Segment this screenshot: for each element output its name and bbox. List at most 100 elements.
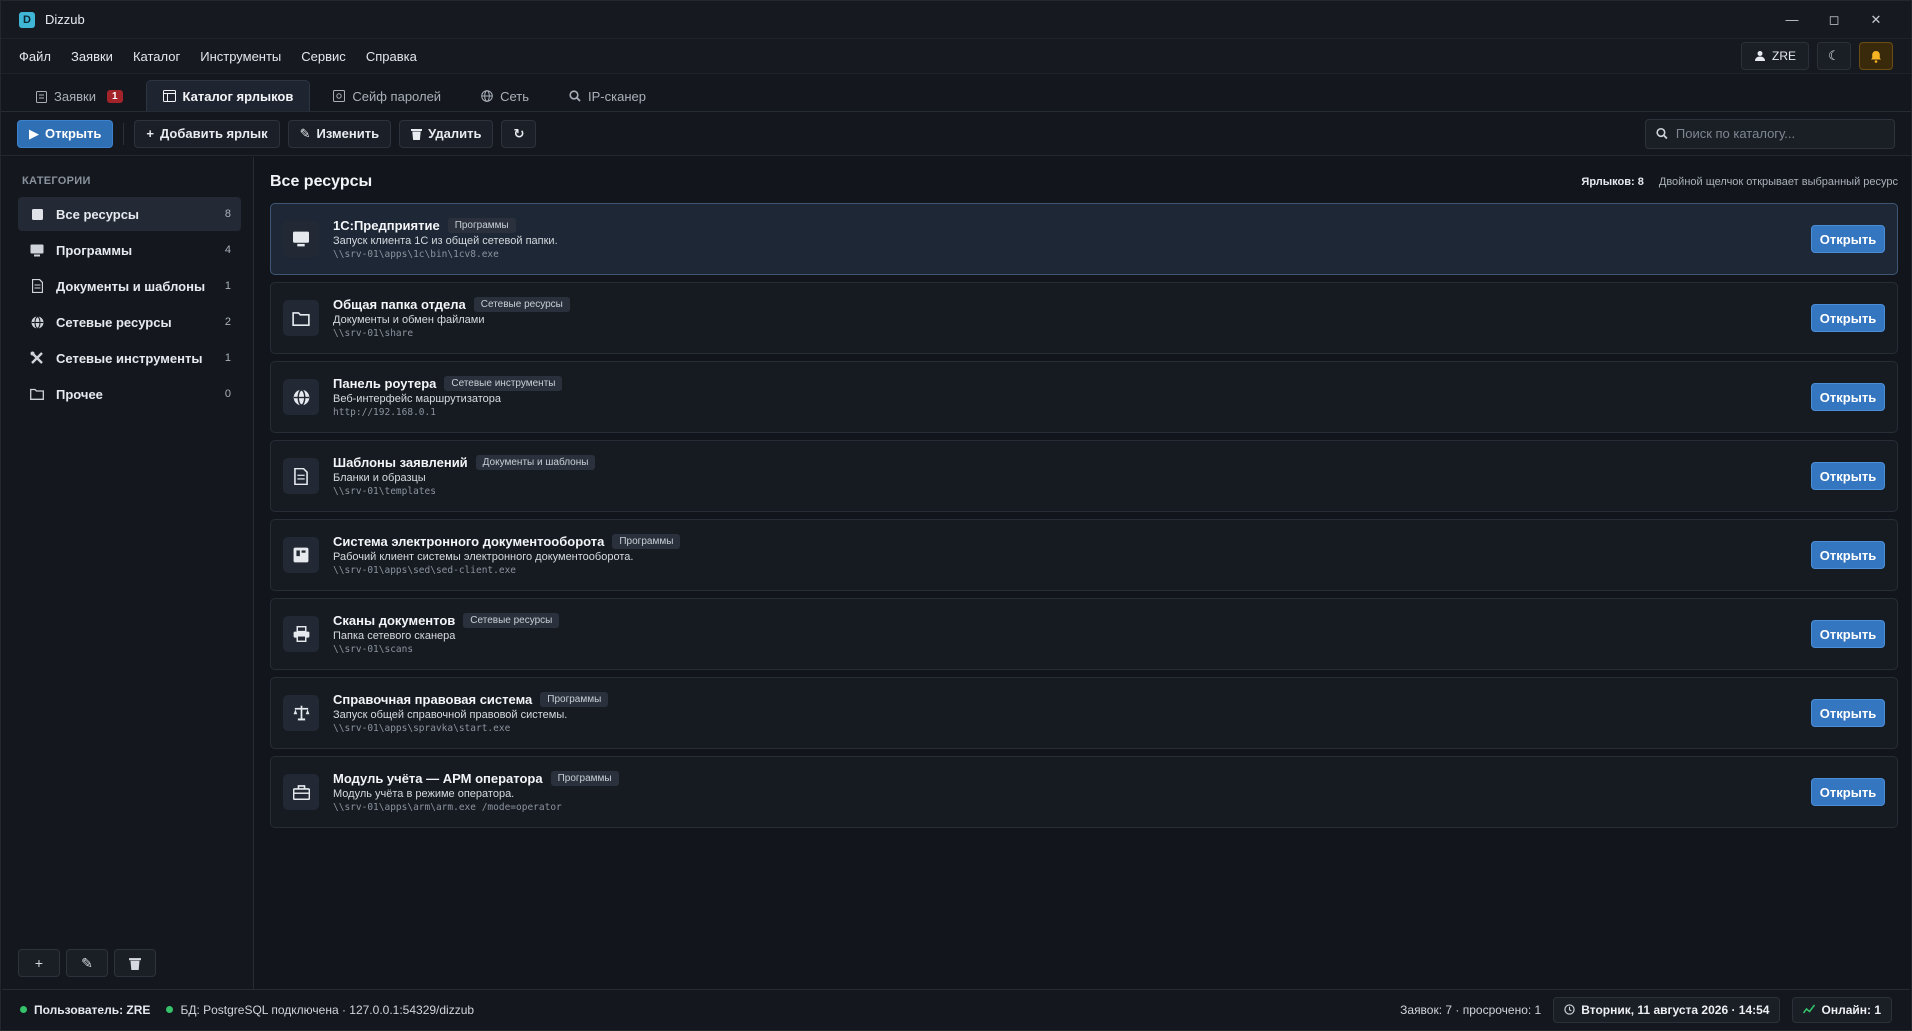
menu-requests[interactable]: Заявки [71,49,113,64]
card-body: 1С:Предприятие Программы Запуск клиента … [333,218,1811,260]
category-all-resources[interactable]: Все ресурсы 8 [18,197,241,231]
card-description: Рабочий клиент системы электронного доку… [333,551,634,563]
card-titleline: Справочная правовая система Программы [333,692,1811,707]
menu-help[interactable]: Справка [366,49,417,64]
refresh-button[interactable]: ↻ [501,119,537,148]
card-body: Модуль учёта — АРМ оператора Программы М… [333,771,1811,813]
card-title: Общая папка отдела [333,297,466,312]
resource-card-legal-system[interactable]: Справочная правовая система Программы За… [270,677,1898,749]
card-titleline: Панель роутера Сетевые инструменты [333,376,1811,391]
category-count: 1 [224,280,231,292]
card-body: Справочная правовая система Программы За… [333,692,1811,734]
tab-network[interactable]: Сеть [464,80,546,111]
catalog-meta: Ярлыков: 8 Двойной щелчок открывает выбр… [1581,176,1898,188]
delete-button-label: Удалить [428,126,482,141]
delete-category-button[interactable] [114,949,156,977]
app-title: Dizzub [45,12,85,27]
theme-toggle-button[interactable]: ☾ [1817,42,1851,70]
page-title: Все ресурсы [270,173,373,190]
notifications-button[interactable] [1859,42,1893,70]
status-user-label: Пользователь: ZRE [34,1002,151,1017]
requests-badge: 1 [106,89,123,103]
activity-icon [1803,1004,1816,1014]
card-path: \\srv-01\templates [333,486,436,497]
card-path: \\srv-01\apps\spravka\start.exe [333,723,511,734]
tab-requests[interactable]: Заявки 1 [19,80,140,111]
edit-category-button[interactable]: ✎ [66,949,108,977]
card-title: Справочная правовая система [333,692,533,707]
status-datetime-label: Вторник, 11 августа 2026 · 14:54 [1581,1002,1770,1017]
card-open-button[interactable]: Открыть [1811,462,1885,490]
user-name: ZRE [1772,49,1796,63]
menu-tools[interactable]: Инструменты [200,49,281,64]
resource-card-operator-module[interactable]: Модуль учёта — АРМ оператора Программы М… [270,756,1898,828]
menu-catalog[interactable]: Каталог [133,49,180,64]
db-connected-dot-icon [166,1006,174,1013]
category-network-tools[interactable]: Сетевые инструменты 1 [18,341,241,375]
menu-service[interactable]: Сервис [301,49,346,64]
add-category-button[interactable]: + [18,949,60,977]
edit-button[interactable]: ✎ Изменить [287,119,392,148]
open-button[interactable]: ▶ Открыть [17,119,114,148]
status-right: Заявок: 7 · просрочено: 1 Вторник, 11 ав… [1400,996,1892,1023]
status-bar: Пользователь: ZRE БД: PostgreSQL подключ… [2,989,1910,1029]
resource-card-router-panel[interactable]: Панель роутера Сетевые инструменты Веб-и… [270,361,1898,433]
card-open-button[interactable]: Открыть [1811,541,1885,569]
card-body: Панель роутера Сетевые инструменты Веб-и… [333,376,1811,418]
tab-catalog-label: Каталог ярлыков [182,88,294,104]
card-open-button[interactable]: Открыть [1811,778,1885,806]
card-open-button[interactable]: Открыть [1811,620,1885,648]
document-icon [28,279,46,293]
category-other[interactable]: Прочее 0 [18,377,241,411]
card-body: Система электронного документооборота Пр… [333,534,1811,576]
tools-icon [28,351,46,365]
close-button[interactable]: ✕ [1855,1,1897,39]
category-count: 4 [224,244,231,256]
category-chip: Сетевые ресурсы [463,613,560,628]
category-count: 2 [224,316,231,328]
delete-button[interactable]: Удалить [399,119,494,148]
tab-password-safe[interactable]: Сейф паролей [316,80,458,111]
globe-icon [481,90,493,102]
category-chip: Документы и шаблоны [475,455,596,470]
user-button[interactable]: ZRE [1741,42,1809,70]
category-label: Все ресурсы [56,206,140,222]
tab-ip-scanner[interactable]: IP-сканер [552,80,663,111]
tab-catalog[interactable]: Каталог ярлыков [145,80,311,111]
card-title: Шаблоны заявлений [333,455,468,470]
add-shortcut-label: Добавить ярлык [159,126,268,141]
category-network-resources[interactable]: Сетевые ресурсы 2 [18,305,241,339]
card-description: Папка сетевого сканера [333,630,456,642]
card-open-button[interactable]: Открыть [1811,304,1885,332]
minimize-button[interactable]: — [1771,1,1813,39]
resource-card-scans[interactable]: Сканы документов Сетевые ресурсы Папка с… [270,598,1898,670]
catalog-header: Все ресурсы Ярлыков: 8 Двойной щелчок от… [270,169,1898,195]
card-open-button[interactable]: Открыть [1811,699,1885,727]
resource-card-1c[interactable]: 1С:Предприятие Программы Запуск клиента … [270,203,1898,275]
card-title: Панель роутера [333,376,437,391]
globe-icon [283,379,319,415]
toolbar: ▶ Открыть + Добавить ярлык ✎ Изменить Уд… [1,112,1911,156]
add-shortcut-button[interactable]: + Добавить ярлык [134,119,280,148]
catalog-search-input[interactable] [1675,126,1884,141]
app-logo: D [19,11,35,28]
category-documents[interactable]: Документы и шаблоны 1 [18,269,241,303]
monitor-icon [28,244,46,257]
clipboard-icon [36,90,47,103]
resource-card-shared-folder[interactable]: Общая папка отдела Сетевые ресурсы Докум… [270,282,1898,354]
refresh-icon: ↻ [513,125,525,141]
maximize-button[interactable]: ◻ [1813,1,1855,39]
card-titleline: 1С:Предприятие Программы [333,218,1811,233]
status-requests: Заявок: 7 · просрочено: 1 [1400,1002,1542,1017]
category-chip: Сетевые инструменты [444,376,563,391]
resource-card-templates[interactable]: Шаблоны заявлений Документы и шаблоны Бл… [270,440,1898,512]
search-icon [569,90,581,102]
category-programs[interactable]: Программы 4 [18,233,241,267]
tab-bar: Заявки 1 Каталог ярлыков Сейф паролей Се… [1,74,1911,112]
card-title: Сканы документов [333,613,456,628]
resource-card-edms[interactable]: Система электронного документооборота Пр… [270,519,1898,591]
card-open-button[interactable]: Открыть [1811,383,1885,411]
folder-icon [283,300,319,336]
menu-file[interactable]: Файл [19,49,51,64]
card-open-button[interactable]: Открыть [1811,225,1885,253]
